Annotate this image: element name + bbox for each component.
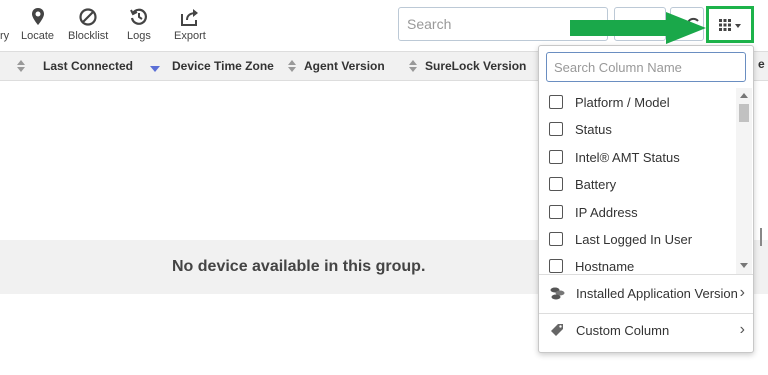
divider — [539, 313, 753, 314]
column-option-label: Last Logged In User — [575, 231, 693, 247]
header-partial-label: e — [758, 57, 765, 71]
checkbox[interactable] — [549, 122, 563, 136]
column-option-label: Intel® AMT Status — [575, 149, 680, 165]
header-label: Device Time Zone — [172, 59, 274, 73]
sort-desc-icon — [150, 66, 161, 72]
apps-stack-icon — [549, 285, 569, 301]
grid-icon — [719, 18, 741, 31]
header-agent-version[interactable]: Agent Version — [288, 52, 385, 80]
column-option[interactable]: Hostname — [549, 256, 634, 274]
sort-icon — [17, 60, 25, 72]
column-option-label: Battery — [575, 176, 617, 192]
partial-label: ry — [0, 30, 10, 42]
header-last-connected[interactable]: Last Connected — [43, 52, 161, 80]
column-option-label: Hostname — [575, 258, 635, 274]
block-icon — [78, 6, 98, 28]
history-icon — [129, 6, 149, 28]
header-surelock-version[interactable]: SureLock Version — [409, 52, 526, 80]
header-sort-partial[interactable] — [17, 52, 33, 80]
installed-app-version-label: Installed Application Version — [576, 285, 738, 301]
column-list-scrollbar[interactable] — [736, 88, 752, 274]
scroll-down-icon[interactable] — [740, 263, 748, 268]
column-option[interactable]: Intel® AMT Status — [549, 147, 680, 167]
checkbox[interactable] — [549, 205, 563, 219]
custom-column-label: Custom Column — [576, 322, 670, 338]
empty-state-message: No device available in this group. — [172, 258, 426, 275]
column-option[interactable]: Last Logged In User — [549, 229, 692, 249]
divider — [539, 274, 753, 275]
annotation-arrow-icon — [570, 12, 706, 44]
header-label: Last Connected — [43, 59, 134, 73]
logs-button[interactable]: Logs — [127, 6, 151, 42]
sort-icon — [409, 60, 417, 72]
column-search-input[interactable]: Search Column Name — [546, 52, 746, 82]
checkbox[interactable] — [549, 95, 563, 109]
tag-icon — [549, 322, 569, 338]
checkbox[interactable] — [549, 150, 563, 164]
scrollbar-thumb[interactable] — [739, 104, 749, 122]
checkbox[interactable] — [549, 259, 563, 273]
column-option[interactable]: IP Address — [549, 202, 638, 222]
search-placeholder: Search — [407, 16, 452, 32]
location-pin-icon — [31, 6, 45, 28]
column-picker-dropdown: Search Column Name Platform / Model Stat… — [538, 45, 754, 353]
column-option-label: IP Address — [575, 204, 638, 220]
blocklist-label: Blocklist — [68, 30, 109, 42]
column-option-label: Status — [575, 121, 612, 137]
export-share-icon — [179, 6, 201, 28]
sort-icon — [288, 60, 296, 72]
column-option[interactable]: Status — [549, 119, 612, 139]
header-device-time-zone[interactable]: Device Time Zone — [172, 52, 274, 80]
chevron-right-icon: › — [739, 321, 745, 338]
column-option[interactable]: Platform / Model — [549, 92, 670, 112]
checkbox[interactable] — [549, 177, 563, 191]
resize-handle[interactable] — [760, 228, 762, 246]
blocklist-button[interactable]: Blocklist — [68, 6, 108, 42]
export-label: Export — [174, 30, 206, 42]
column-option-label: Platform / Model — [575, 94, 670, 110]
custom-column-menu[interactable]: Custom Column › — [549, 317, 747, 343]
header-label: SureLock Version — [425, 59, 527, 73]
header-label: Agent Version — [304, 59, 385, 73]
scroll-up-icon[interactable] — [740, 93, 748, 98]
logs-label: Logs — [127, 30, 151, 42]
column-option[interactable]: Battery — [549, 174, 616, 194]
installed-app-version-menu[interactable]: Installed Application Version › — [549, 280, 747, 306]
toolbar-partial-button[interactable]: ry — [0, 6, 9, 42]
column-search-placeholder: Search Column Name — [554, 59, 682, 75]
column-list: Platform / Model Status Intel® AMT Statu… — [539, 88, 735, 274]
chevron-right-icon: › — [739, 284, 745, 301]
export-button[interactable]: Export — [174, 6, 206, 42]
column-picker-button[interactable] — [706, 6, 754, 43]
locate-button[interactable]: Locate — [21, 6, 54, 42]
checkbox[interactable] — [549, 232, 563, 246]
locate-label: Locate — [21, 30, 55, 42]
